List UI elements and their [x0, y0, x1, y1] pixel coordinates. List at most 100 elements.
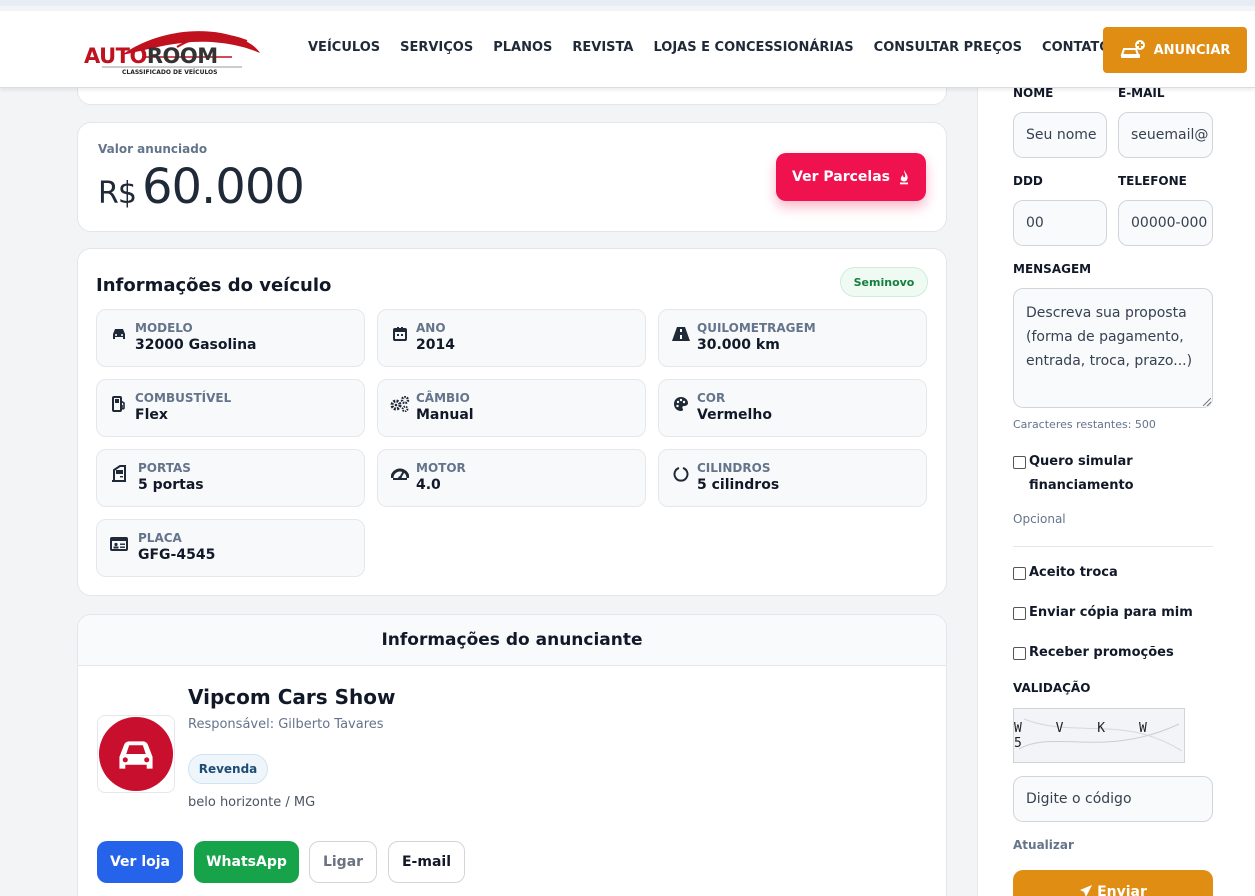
- checkbox-box[interactable]: [1013, 647, 1026, 660]
- ligar-button[interactable]: Ligar: [309, 841, 377, 883]
- price-amount: 60.000: [141, 159, 305, 215]
- anunciar-label: ANUNCIAR: [1153, 42, 1231, 58]
- advertiser-responsible: Responsável: Gilberto Tavares: [188, 717, 384, 732]
- price-value: R$ 60.000: [98, 159, 305, 215]
- optional-hint: Opcional: [1013, 512, 1066, 526]
- nav-servicos[interactable]: SERVIÇOS: [400, 40, 473, 55]
- receive-promotions-checkbox[interactable]: Receber promoções: [1013, 641, 1174, 665]
- vehicle-info-title: Informações do veículo: [96, 275, 332, 296]
- spec-label: CILINDROS: [697, 461, 771, 475]
- spec-label: PLACA: [138, 531, 182, 545]
- price-currency: R$: [98, 176, 137, 211]
- spec-value: Manual: [416, 407, 474, 423]
- validation-label: VALIDAÇÃO: [1013, 681, 1091, 695]
- spec-combustivel: COMBUSTÍVEL Flex: [96, 379, 365, 437]
- spec-value: Flex: [135, 407, 168, 423]
- contact-form-sidebar: NOME E-MAIL Seu nome seuemail@ DDD TELEF…: [977, 86, 1255, 896]
- message-textarea[interactable]: Descreva sua proposta (forma de pagament…: [1013, 288, 1213, 408]
- condition-badge: Seminovo: [840, 267, 928, 297]
- advertiser-avatar[interactable]: [97, 715, 175, 793]
- main-nav: VEÍCULOS SERVIÇOS PLANOS REVISTA LOJAS E…: [308, 40, 1110, 55]
- paper-plane-icon: [1080, 885, 1093, 896]
- whatsapp-button[interactable]: WhatsApp: [194, 841, 299, 883]
- simulate-financing-checkbox[interactable]: Quero simular financiamento: [1013, 450, 1193, 498]
- submit-button[interactable]: Enviar: [1013, 870, 1213, 896]
- logo-wordmark: AUTOROOM: [84, 44, 218, 68]
- receive-promotions-label: Receber promoções: [1029, 645, 1174, 660]
- circle-notch-icon: [671, 464, 691, 484]
- spec-ano: ANO 2014: [377, 309, 646, 367]
- ver-loja-button[interactable]: Ver loja: [97, 841, 183, 883]
- nav-veiculos[interactable]: VEÍCULOS: [308, 40, 380, 55]
- ddd-input[interactable]: 00: [1013, 200, 1107, 246]
- calendar-icon: [390, 324, 410, 344]
- price-label: Valor anunciado: [98, 142, 208, 156]
- send-copy-checkbox[interactable]: Enviar cópia para mim: [1013, 601, 1193, 625]
- gauge-icon: [390, 464, 410, 484]
- gears-icon: [390, 394, 410, 414]
- refresh-captcha-link[interactable]: Atualizar: [1013, 838, 1074, 852]
- spec-value: 4.0: [416, 477, 441, 493]
- spec-quilometragem: QUILOMETRAGEM 30.000 km: [658, 309, 927, 367]
- id-card-icon: [109, 534, 129, 554]
- fuel-pump-icon: [109, 394, 129, 414]
- name-input[interactable]: Seu nome: [1013, 112, 1107, 158]
- spec-label: MOTOR: [416, 461, 466, 475]
- road-icon: [671, 324, 691, 344]
- palette-icon: [671, 394, 691, 414]
- nav-lojas[interactable]: LOJAS E CONCESSIONÁRIAS: [653, 40, 853, 55]
- accept-trade-checkbox[interactable]: Aceito troca: [1013, 561, 1118, 585]
- message-label: MENSAGEM: [1013, 262, 1092, 276]
- advertiser-type-badge: Revenda: [188, 754, 268, 784]
- advertiser-title: Informações do anunciante: [78, 615, 946, 666]
- advertiser-location: belo horizonte / MG: [188, 795, 316, 810]
- spec-value: 32000 Gasolina: [135, 337, 257, 353]
- spec-label: PORTAS: [138, 461, 191, 475]
- site-logo[interactable]: AUTOROOM CLASSIFICADO DE VEÍCULOS: [82, 25, 262, 81]
- spec-motor: MOTOR 4.0: [377, 449, 646, 507]
- spec-cambio: CÂMBIO Manual: [377, 379, 646, 437]
- ver-parcelas-button[interactable]: Ver Parcelas: [776, 153, 926, 201]
- ver-parcelas-label: Ver Parcelas: [792, 169, 890, 185]
- checkbox-box[interactable]: [1013, 607, 1026, 620]
- email-input[interactable]: seuemail@: [1118, 112, 1213, 158]
- price-card: Valor anunciado R$ 60.000 Ver Parcelas: [77, 122, 947, 232]
- captcha-image: W V K W 5: [1013, 708, 1185, 763]
- spec-label: QUILOMETRAGEM: [697, 321, 816, 335]
- spec-cilindros: CILINDROS 5 cilindros: [658, 449, 927, 507]
- submit-label: Enviar: [1097, 884, 1147, 896]
- spec-label: COMBUSTÍVEL: [135, 391, 232, 405]
- advertiser-card: Informações do anunciante Vipcom Cars Sh…: [77, 614, 947, 896]
- anunciar-button[interactable]: ANUNCIAR: [1103, 27, 1247, 73]
- name-label: NOME: [1013, 86, 1054, 100]
- spec-label: MODELO: [135, 321, 193, 335]
- checkbox-box[interactable]: [1013, 567, 1026, 580]
- spec-value: GFG-4545: [138, 547, 216, 563]
- vehicle-info-card: Informações do veículo Seminovo MODELO 3…: [77, 248, 947, 596]
- advertiser-name: Vipcom Cars Show: [188, 685, 396, 709]
- nav-revista[interactable]: REVISTA: [572, 40, 633, 55]
- nav-contato[interactable]: CONTATO: [1042, 40, 1110, 55]
- nav-planos[interactable]: PLANOS: [493, 40, 552, 55]
- car-icon: [98, 716, 174, 792]
- door-icon: [109, 464, 129, 484]
- spec-placa: PLACA GFG-4545: [96, 519, 365, 577]
- captcha-text: W V K W 5: [1014, 720, 1160, 751]
- spec-label: CÂMBIO: [416, 391, 470, 405]
- chars-remaining: Caracteres restantes: 500: [1013, 418, 1156, 431]
- captcha-code-input[interactable]: Digite o código: [1013, 776, 1213, 822]
- nav-consultar-precos[interactable]: CONSULTAR PREÇOS: [874, 40, 1022, 55]
- spec-portas: PORTAS 5 portas: [96, 449, 365, 507]
- accept-trade-label: Aceito troca: [1029, 565, 1118, 580]
- site-header: AUTOROOM CLASSIFICADO DE VEÍCULOS VEÍCUL…: [0, 11, 1255, 88]
- resize-handle-icon: [1203, 398, 1211, 406]
- flame-icon: [899, 170, 908, 185]
- top-strip: [0, 0, 1255, 6]
- phone-input[interactable]: 00000-000: [1118, 200, 1213, 246]
- spec-value: 2014: [416, 337, 455, 353]
- simulate-financing-label: Quero simular financiamento: [1029, 454, 1134, 493]
- email-button[interactable]: E-mail: [388, 841, 465, 883]
- car-icon: [109, 324, 129, 344]
- email-label: E-MAIL: [1118, 86, 1165, 100]
- checkbox-box[interactable]: [1013, 456, 1026, 469]
